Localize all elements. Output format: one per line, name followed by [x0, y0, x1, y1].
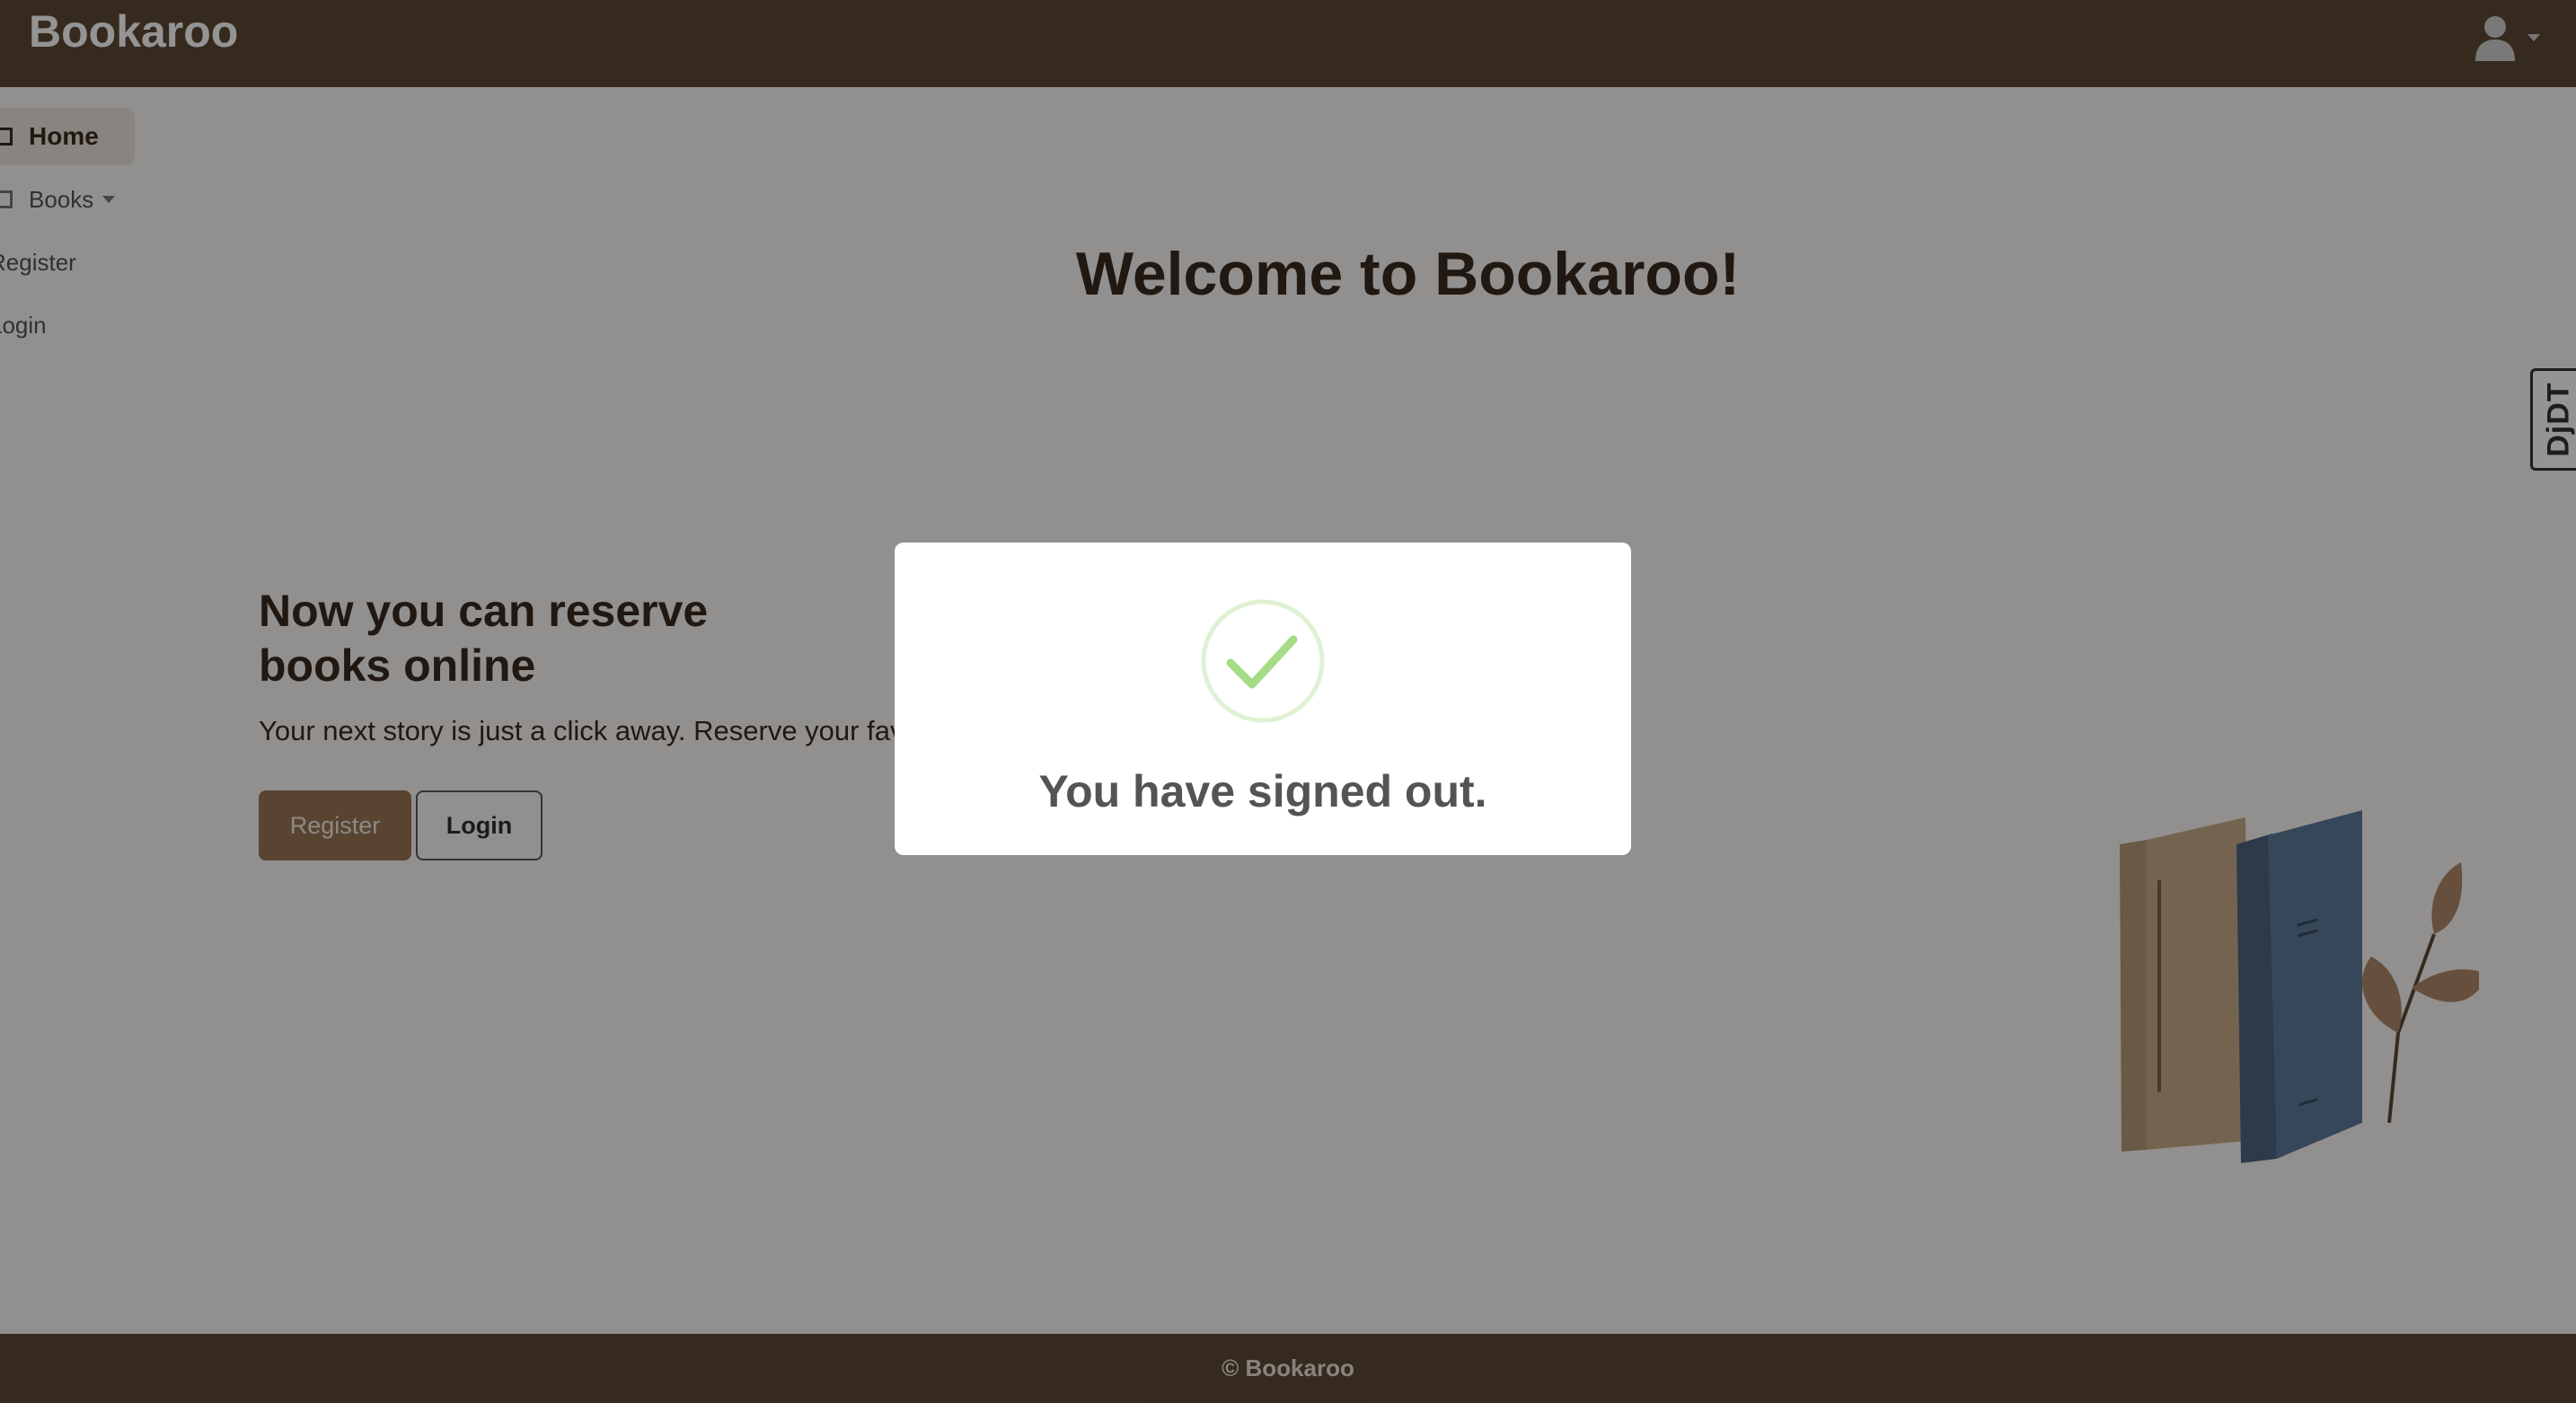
dialog-title: You have signed out.: [1038, 766, 1487, 816]
signout-dialog: You have signed out.: [895, 543, 1631, 855]
success-check-icon: [1201, 599, 1325, 723]
